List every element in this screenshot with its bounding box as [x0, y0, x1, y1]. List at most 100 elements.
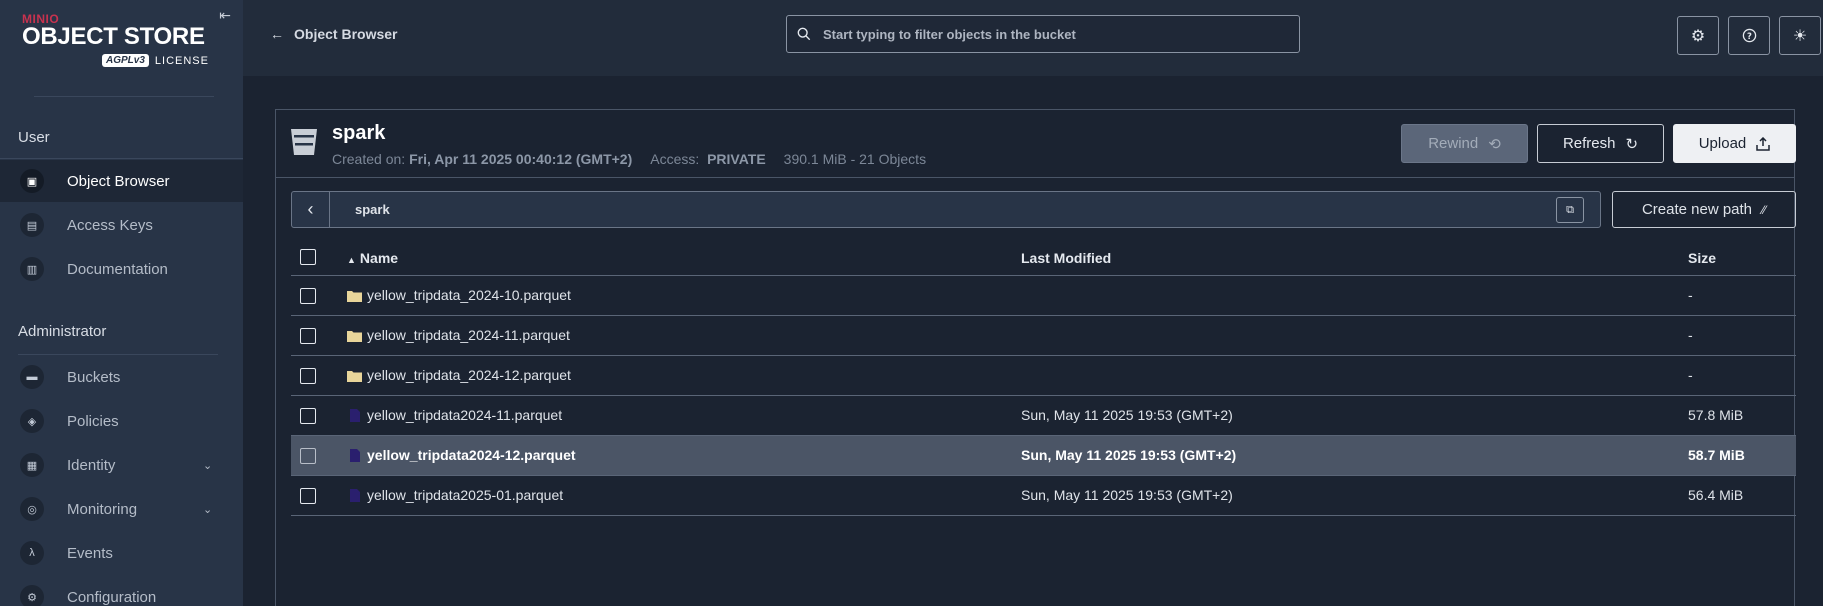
row-checkbox[interactable]: [300, 288, 316, 304]
rewind-button[interactable]: Rewind ⟲: [1401, 124, 1528, 163]
column-name-header[interactable]: ▲ Name: [347, 250, 398, 266]
help-icon: ?: [1742, 28, 1756, 43]
access-keys-icon: ▤: [20, 213, 44, 237]
copy-icon: ⧉: [1566, 203, 1574, 216]
sidebar-item-access-keys[interactable]: ▤ Access Keys: [0, 204, 243, 246]
row-name: yellow_tripdata2024-11.parquet: [347, 407, 562, 423]
sidebar-item-configuration[interactable]: ⚙ Configuration: [0, 576, 243, 606]
section-divider: [18, 354, 218, 355]
row-checkbox[interactable]: [300, 408, 316, 424]
sidebar-item-label: Access Keys: [67, 216, 153, 234]
breadcrumb-back-button[interactable]: ‹: [292, 192, 330, 227]
row-name-text: yellow_tripdata_2024-11.parquet: [367, 327, 570, 343]
breadcrumb-path[interactable]: spark: [355, 202, 390, 217]
breadcrumb: ‹ spark ⧉: [291, 191, 1601, 228]
sidebar-item-label: Documentation: [67, 260, 168, 278]
configuration-icon: ⚙: [20, 585, 44, 606]
row-name: yellow_tripdata_2024-10.parquet: [347, 287, 571, 303]
file-icon: [350, 488, 360, 502]
created-label: Created on:: [332, 151, 406, 167]
refresh-label: Refresh: [1562, 135, 1616, 152]
row-modified: Sun, May 11 2025 19:53 (GMT+2): [1021, 487, 1233, 503]
created-info: Created on: Fri, Apr 11 2025 00:40:12 (G…: [332, 151, 632, 167]
row-checkbox[interactable]: [300, 488, 316, 504]
row-name-text: yellow_tripdata_2024-10.parquet: [367, 287, 571, 303]
table-row-selected[interactable]: yellow_tripdata2024-12.parquet Sun, May …: [291, 436, 1796, 476]
row-checkbox[interactable]: [300, 328, 316, 344]
row-name-text: yellow_tripdata2024-12.parquet: [367, 447, 576, 463]
license-badge: AGPLv3 LICENSE: [102, 54, 209, 67]
search-box[interactable]: [786, 15, 1300, 53]
settings-button[interactable]: ⚙: [1677, 16, 1719, 55]
license-label: LICENSE: [154, 54, 209, 67]
column-name-label: Name: [359, 250, 399, 266]
upload-button[interactable]: Upload: [1673, 124, 1796, 163]
sidebar-item-label: Events: [67, 544, 113, 562]
chevron-left-icon: ‹: [307, 199, 314, 219]
search-input[interactable]: [823, 26, 1283, 42]
new-path-icon: ⁄⁄: [1762, 202, 1767, 217]
sidebar-item-events[interactable]: λ Events: [0, 532, 243, 574]
table-row[interactable]: yellow_tripdata_2024-12.parquet -: [291, 356, 1796, 396]
refresh-button[interactable]: Refresh ↻: [1537, 124, 1664, 163]
create-new-path-button[interactable]: Create new path ⁄⁄: [1612, 191, 1796, 228]
product-name: OBJECT STORE: [22, 23, 205, 50]
table-row[interactable]: yellow_tripdata_2024-11.parquet -: [291, 316, 1796, 356]
folder-icon: [347, 290, 362, 302]
sidebar-item-identity[interactable]: ▦ Identity ⌄: [0, 444, 243, 486]
sidebar-item-label: Configuration: [67, 588, 157, 606]
folder-icon: [347, 370, 362, 382]
sidebar-item-documentation[interactable]: ▥ Documentation: [0, 248, 243, 290]
copy-path-button[interactable]: ⧉: [1556, 197, 1584, 223]
table-row[interactable]: yellow_tripdata2025-01.parquet Sun, May …: [291, 476, 1796, 516]
chevron-down-icon: ⌄: [203, 459, 213, 472]
table-row[interactable]: yellow_tripdata2024-11.parquet Sun, May …: [291, 396, 1796, 436]
row-size: -: [1688, 367, 1693, 383]
access-value: PRIVATE: [707, 151, 766, 167]
rewind-label: Rewind: [1428, 135, 1479, 152]
row-checkbox[interactable]: [300, 448, 316, 464]
back-to-object-browser[interactable]: ← Object Browser: [270, 26, 397, 42]
sidebar-item-policies[interactable]: ◈ Policies: [0, 400, 243, 442]
arrow-left-icon: ←: [270, 26, 284, 42]
section-divider: [0, 158, 243, 159]
table-row[interactable]: yellow_tripdata_2024-10.parquet -: [291, 276, 1796, 316]
sidebar-item-label: Buckets: [67, 368, 121, 386]
column-size-header[interactable]: Size: [1688, 250, 1716, 266]
row-name-text: yellow_tripdata_2024-12.parquet: [367, 367, 571, 383]
monitoring-icon: ◎: [20, 497, 44, 521]
sidebar-item-monitoring[interactable]: ◎ Monitoring ⌄: [0, 488, 243, 530]
row-checkbox[interactable]: [300, 368, 316, 384]
sidebar-item-object-browser[interactable]: ▣ Object Browser: [0, 160, 243, 202]
row-name-text: yellow_tripdata2024-11.parquet: [367, 407, 563, 423]
select-all-checkbox[interactable]: [300, 249, 316, 265]
search-icon: [797, 27, 811, 41]
column-modified-header[interactable]: Last Modified: [1021, 250, 1111, 266]
row-size: 57.8 MiB: [1688, 407, 1744, 423]
section-administrator: Administrator: [18, 323, 107, 340]
theme-toggle-button[interactable]: ☀: [1779, 16, 1821, 55]
row-name: yellow_tripdata_2024-12.parquet: [347, 367, 571, 383]
sun-icon: ☀: [1792, 27, 1808, 45]
access-label: Access:: [650, 151, 700, 167]
section-user: User: [18, 129, 50, 146]
row-size: -: [1688, 287, 1693, 303]
row-size: 58.7 MiB: [1688, 447, 1745, 463]
minio-logo[interactable]: MINIO OBJECT STORE AGPLv3 LICENSE: [22, 12, 222, 72]
history-icon: ⟲: [1488, 135, 1501, 153]
documentation-icon: ▥: [20, 257, 44, 281]
buckets-icon: ▬: [20, 365, 44, 389]
collapse-sidebar-icon[interactable]: ⇤: [216, 6, 234, 24]
help-button[interactable]: ?: [1728, 16, 1770, 55]
create-new-path-label: Create new path: [1641, 201, 1753, 218]
bucket-name: spark: [332, 122, 386, 144]
row-size: 56.4 MiB: [1688, 487, 1744, 503]
sidebar-item-buckets[interactable]: ▬ Buckets: [0, 356, 243, 398]
row-name: yellow_tripdata2024-12.parquet: [347, 447, 576, 463]
sidebar-item-label: Object Browser: [67, 172, 170, 190]
row-name: yellow_tripdata_2024-11.parquet: [347, 327, 570, 343]
top-header: ← Object Browser ⚙ ? ☀: [243, 0, 1823, 76]
sidebar-item-label: Monitoring: [67, 500, 138, 518]
created-value: Fri, Apr 11 2025 00:40:12 (GMT+2): [409, 151, 633, 167]
upload-icon: [1756, 136, 1771, 151]
